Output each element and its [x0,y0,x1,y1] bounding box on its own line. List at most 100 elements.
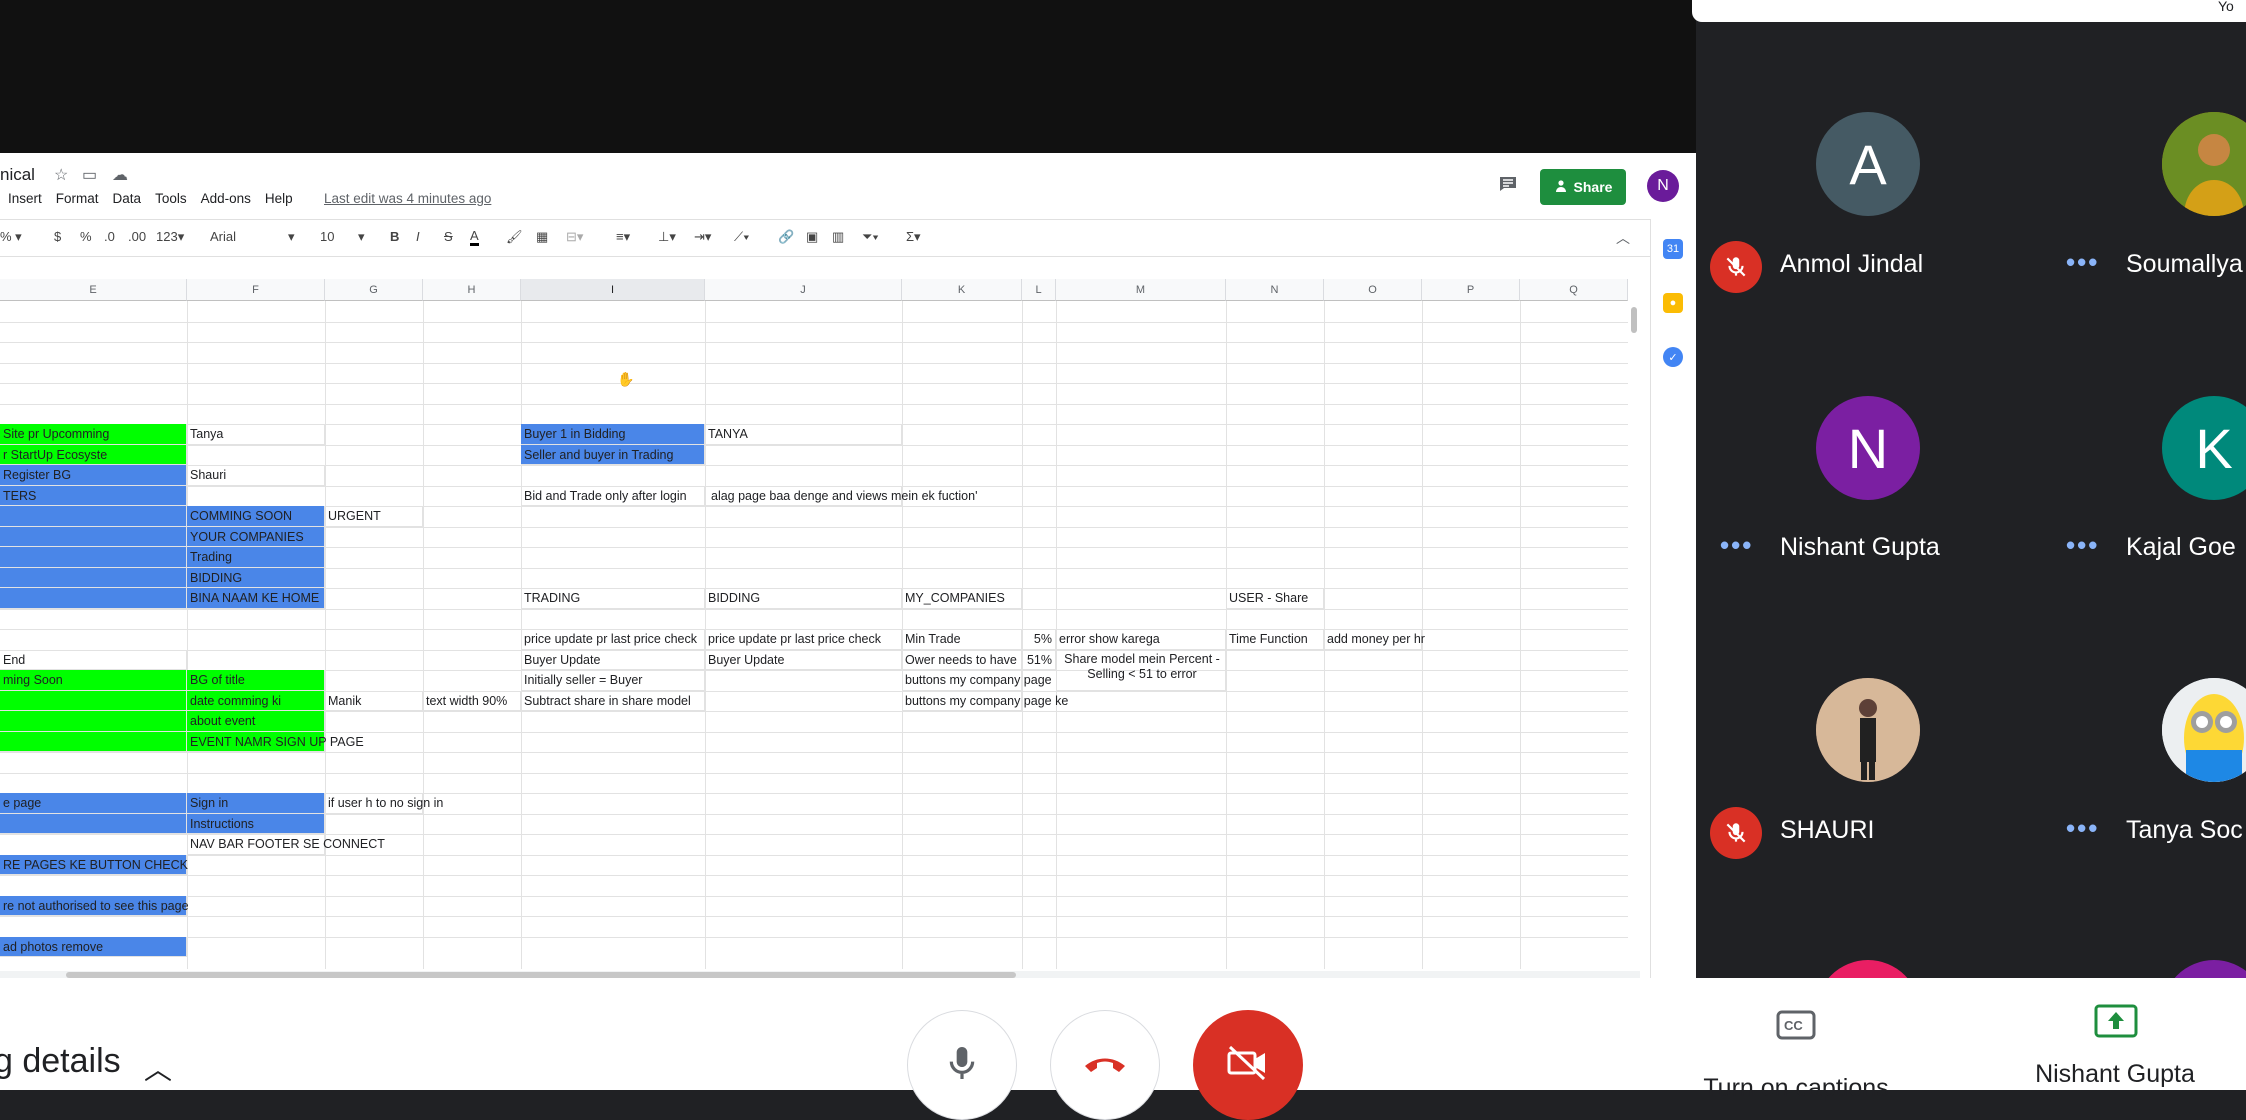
cell-f21[interactable]: Instructions [187,813,325,834]
camera-button[interactable] [1193,1010,1303,1120]
column-header-j[interactable]: J [705,279,902,301]
move-folder-icon[interactable]: ▭ [82,165,97,185]
more-options-icon[interactable]: ••• [1720,530,1753,561]
menu-addons[interactable]: Add-ons [201,191,251,211]
cell-j4[interactable]: TANYA [705,424,902,445]
format-currency-button[interactable]: $ [54,229,61,244]
decrease-decimal-button[interactable]: .0 [104,229,115,244]
column-header-n[interactable]: N [1226,279,1324,301]
column-header-m[interactable]: M [1056,279,1226,301]
cell-h15[interactable]: text width 90% [423,690,521,711]
column-header-h[interactable]: H [423,279,521,301]
cell-l14[interactable]: 5% [1022,629,1056,650]
functions-icon[interactable]: Σ▾ [906,229,921,245]
font-family-select[interactable]: Arial ▾ [210,229,300,244]
cell-i12[interactable]: TRADING [521,588,705,609]
meeting-details-label[interactable]: g details [0,1042,121,1081]
cell-m14[interactable]: error show karega [1056,629,1226,650]
format-percent-button[interactable]: % [80,229,92,244]
cell-e12[interactable] [0,588,187,609]
cell-f16[interactable]: about event [187,711,325,732]
cell-k16[interactable]: buttons my company page [902,670,1052,691]
zoom-select[interactable]: % ▾ [0,229,22,245]
cell-i4[interactable]: Buyer 1 in Bidding [521,424,705,445]
document-title[interactable]: nical [0,165,35,185]
cell-f11[interactable]: BIDDING [187,567,325,588]
cell-e21[interactable] [0,813,187,834]
cell-e11[interactable] [0,567,187,588]
font-size-select[interactable]: 10 ▾ [320,229,370,244]
leave-call-button[interactable] [1050,1010,1160,1120]
captions-label[interactable]: Turn on captions [1696,1074,1896,1103]
cell-k12[interactable]: MY_COMPANIES [902,588,1022,609]
cell-k15[interactable]: Ower needs to have [902,649,1022,670]
presenter-name[interactable]: Nishant Gupta [2020,1060,2210,1089]
microphone-button[interactable] [907,1010,1017,1120]
share-button[interactable]: Share [1540,169,1626,205]
collapse-menus-icon[interactable]: ︿ [1616,228,1630,248]
merge-cells-icon[interactable]: ⊟▾ [566,229,583,245]
vertical-scrollbar[interactable] [1631,307,1637,333]
column-header-f[interactable]: F [187,279,325,301]
cell-i14[interactable]: price update pr last price check [521,629,705,650]
spreadsheet-grid[interactable]: E F G H I J K L M N O P Q Site pr Upcomm… [0,279,1628,969]
text-wrap-icon[interactable]: ⇥▾ [694,229,711,245]
cell-e24[interactable]: RE PAGES KE BUTTON CHECK [0,854,188,875]
more-options-icon[interactable]: ••• [2066,247,2099,278]
insert-chart-icon[interactable]: ▥ [832,229,844,245]
cell-f4[interactable]: Tanya [187,424,325,445]
cell-e5[interactable]: r StartUp Ecosyste [0,444,187,465]
cell-l15[interactable]: 51% [1022,649,1056,670]
cell-f17[interactable]: EVENT NAMR SIGN UP PAGE [187,731,364,752]
cell-e13[interactable]: End [0,649,187,670]
column-header-e[interactable]: E [0,279,187,301]
cell-f20[interactable]: Sign in [187,793,325,814]
filter-icon[interactable]: ⏷▾ [862,229,879,245]
presenting-icon[interactable] [2094,1004,2138,1047]
cell-g15[interactable]: Manik [325,690,423,711]
column-header-q[interactable]: Q [1520,279,1628,301]
cell-i16[interactable]: Initially seller = Buyer [521,670,705,691]
borders-icon[interactable]: ▦ [536,229,548,245]
cell-f8[interactable]: COMMING SOON [187,506,325,527]
keep-icon[interactable]: ● [1663,293,1683,313]
menu-insert[interactable]: Insert [8,191,42,211]
cell-o14[interactable]: add money per hr [1324,629,1425,650]
increase-decimal-button[interactable]: .00 [128,229,146,244]
menu-tools[interactable]: Tools [155,191,187,211]
horizontal-align-icon[interactable]: ≡▾ [616,229,630,245]
more-formats-button[interactable]: 123▾ [156,229,184,245]
cell-j15[interactable]: Buyer Update [705,649,902,670]
cell-e20[interactable]: e page [0,793,187,814]
cell-f15[interactable]: date comming ki [187,690,325,711]
cell-k17[interactable]: buttons my company page ke [902,690,1068,711]
more-options-icon[interactable]: ••• [2066,813,2099,844]
more-options-icon[interactable]: ••• [2066,530,2099,561]
column-header-p[interactable]: P [1422,279,1520,301]
text-rotation-icon[interactable]: ⟋▾ [734,229,749,245]
cell-e15[interactable] [0,690,187,711]
strikethrough-button[interactable]: S [444,229,453,244]
captions-button[interactable]: CC [1696,1010,1896,1045]
cell-n12[interactable]: USER - Share [1226,588,1324,609]
column-header-i[interactable]: I [521,279,705,301]
cell-g20[interactable]: if user h to no sign in [325,793,443,814]
cell-f9[interactable]: YOUR COMPANIES [187,526,325,547]
menu-format[interactable]: Format [56,191,99,211]
cell-g8[interactable]: URGENT [325,506,423,527]
cell-n14[interactable]: Time Function [1226,629,1324,650]
cell-f6[interactable]: Shauri [187,465,325,486]
bold-button[interactable]: B [390,229,399,244]
cell-f12[interactable]: BINA NAAM KE HOME [187,588,325,609]
cell-e14[interactable]: ming Soon [0,670,187,691]
cell-e9[interactable] [0,526,187,547]
star-icon[interactable]: ☆ [54,165,68,185]
italic-button[interactable]: I [416,229,420,244]
cell-e17[interactable] [0,731,187,752]
vertical-align-icon[interactable]: ⊥▾ [658,229,676,245]
cell-i7[interactable]: Bid and Trade only after login [521,485,705,506]
cell-k14[interactable]: Min Trade [902,629,1022,650]
tasks-icon[interactable]: ✓ [1663,347,1683,367]
menu-data[interactable]: Data [113,191,142,211]
menu-help[interactable]: Help [265,191,293,211]
